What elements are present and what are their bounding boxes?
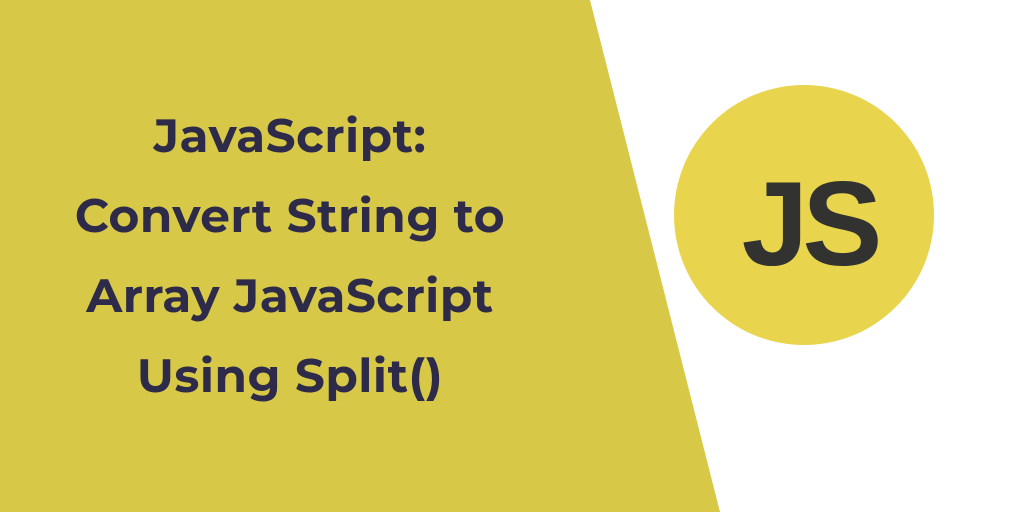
heading-line-2: Convert String to [40,176,540,256]
main-heading: JavaScript: Convert String to Array Java… [40,96,540,416]
heading-line-3: Array JavaScript [40,256,540,336]
js-logo-text: JS [742,155,877,293]
heading-line-4: Using Split() [40,336,540,416]
heading-line-1: JavaScript: [40,96,540,176]
js-logo-circle: JS [674,85,934,345]
